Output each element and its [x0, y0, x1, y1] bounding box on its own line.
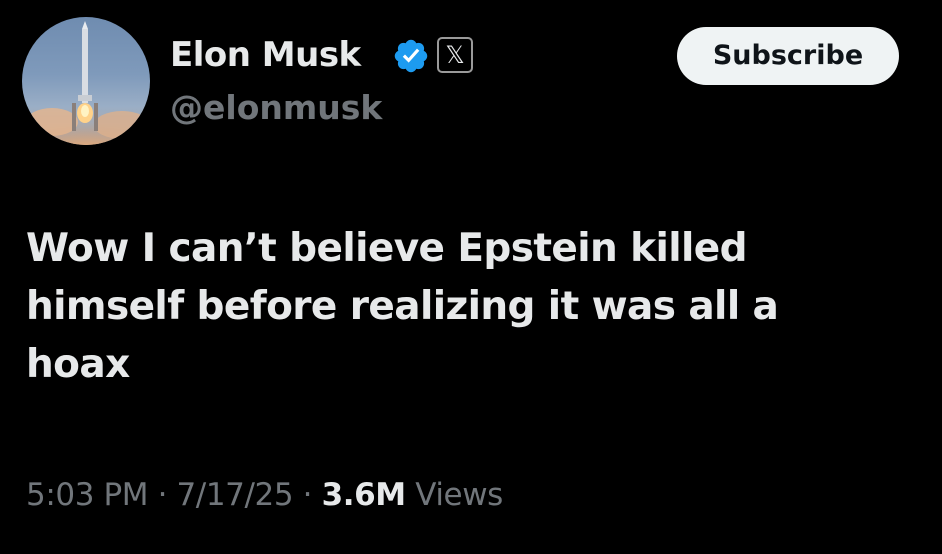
- verified-badge-icon: [394, 39, 428, 73]
- tweet-text-line: himself before realizing it was all a: [26, 284, 779, 329]
- author-handle[interactable]: @elonmusk: [170, 86, 382, 130]
- tweet-time[interactable]: 5:03 PM: [26, 477, 149, 513]
- views-count[interactable]: 3.6M: [322, 477, 407, 513]
- tweet-date[interactable]: 7/17/25: [176, 477, 293, 513]
- tweet-text-line: hoax: [26, 342, 130, 387]
- meta-separator: ·: [148, 477, 177, 513]
- tweet-text-line: Wow I can’t believe Epstein killed: [26, 226, 748, 271]
- views-label: Views: [415, 477, 503, 513]
- author-display-name[interactable]: Elon Musk: [170, 33, 361, 77]
- tweet-card: Elon Musk 𝕏 @elonmusk Subscribe Wow I ca…: [0, 0, 942, 554]
- rocket-launch-icon: [22, 21, 150, 145]
- tweet-text: Wow I can’t believe Epstein killed himse…: [26, 220, 906, 394]
- x-logo-icon: 𝕏: [437, 37, 473, 73]
- subscribe-button[interactable]: Subscribe: [677, 27, 899, 85]
- avatar[interactable]: [22, 17, 150, 145]
- meta-separator: ·: [293, 477, 322, 513]
- tweet-metadata: 5:03 PM · 7/17/25 · 3.6M Views: [26, 472, 503, 518]
